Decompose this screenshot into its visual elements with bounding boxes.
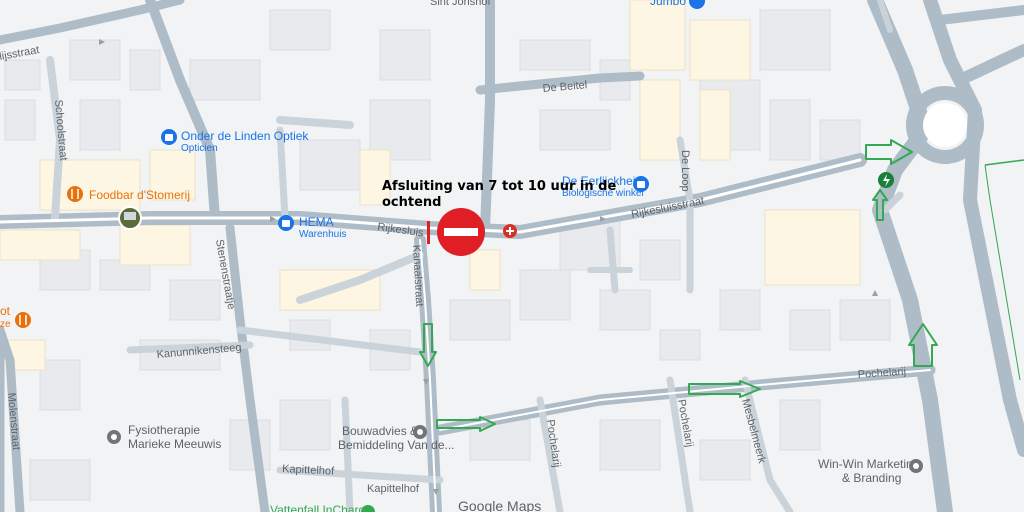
fork-knife-icon [67,186,83,202]
street-label-de-loop: De Loop [679,150,691,192]
poi-name-line1: Fysiotherapie [128,423,200,437]
ev-charger-poi[interactable] [878,172,894,188]
google-maps-logo: Google Maps [458,498,541,512]
poi-category: Warenhuis [299,229,346,240]
closure-note-line2: ochtend [382,195,441,210]
poi-name-line2: Marieke Meeuwis [128,437,221,451]
poi-name: Foodbar d'Stomerij [89,188,190,202]
poi-name: Vattenfall InCharge [270,503,372,512]
poi-name-line2: & Branding [842,471,901,485]
poi-name-line1: Win-Win Marketing [818,457,919,471]
poi-jumbo[interactable]: Jumbo [650,0,705,9]
poi-name-line2: ze [0,319,11,330]
poi-name: HEMA [299,215,334,229]
photo-thumbnail[interactable] [118,206,142,230]
poi-category: Opticien [181,143,218,154]
poi-name-line2: Bemiddeling Van de... [338,438,455,452]
medical-pin[interactable] [503,224,517,238]
street-label-kapittelhof-2: Kapittelhof [367,483,420,495]
poi-name-line1: ot [0,304,11,318]
poi-vattenfall[interactable]: Vattenfall InCharge [270,503,375,512]
poi-name: Jumbo [650,0,686,8]
poi-name-line1: Bouwadvies & [342,424,418,438]
street-label-sint-jorishof: Sint Jorishof [430,0,491,8]
closure-bar [427,221,430,244]
fork-knife-icon [15,312,31,328]
closure-note-line1: Afsluiting van 7 tot 10 uur in de [382,179,616,194]
poi-name: Onder de Linden Optiek [181,129,309,143]
map-canvas[interactable]: lijsstraat Schoolstraat Sint Jorishof De… [0,0,1024,512]
